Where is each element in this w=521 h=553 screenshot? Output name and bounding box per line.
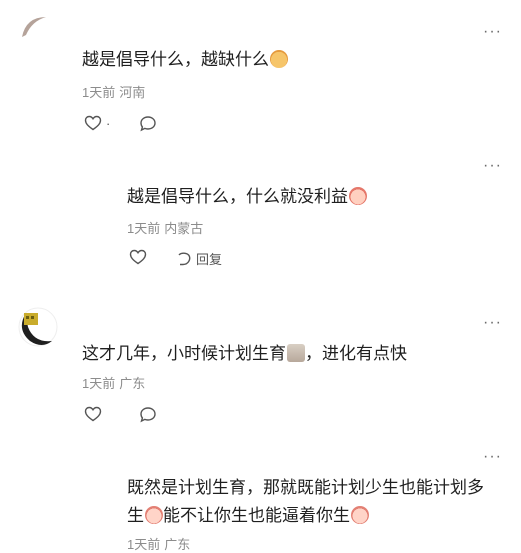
comment-time: 1天前 (82, 85, 116, 100)
like-button[interactable]: · (84, 115, 110, 131)
comment-meta: 1天前 广东 (82, 376, 145, 392)
more-options-button[interactable]: ··· (483, 158, 502, 174)
comment-text: 越是倡导什么，越缺什么 (82, 47, 288, 73)
blush-emoji-icon (349, 187, 367, 205)
comment-reply-button[interactable] (139, 406, 157, 423)
heart-icon (84, 115, 102, 131)
more-options-button[interactable]: ··· (483, 24, 502, 40)
comment-location: 河南 (119, 85, 146, 100)
comment-meta: 1天前 河南 (82, 85, 145, 101)
comment-bubble-icon (140, 407, 156, 423)
like-button[interactable] (84, 406, 102, 422)
reply-text-body: 越是倡导什么，什么就没利益 (127, 187, 348, 206)
reply-time: 1天前 (127, 537, 161, 552)
cry-emoji-icon (351, 506, 369, 524)
like-button[interactable] (129, 249, 147, 265)
reply-location: 内蒙古 (164, 221, 204, 236)
reply-location: 广东 (164, 537, 191, 552)
avatar[interactable] (18, 307, 58, 347)
comment-text-body: 越是倡导什么，越缺什么 (82, 50, 269, 69)
sticker-emoji-icon (287, 344, 305, 362)
reply-label: 回复 (196, 252, 223, 267)
more-options-button[interactable]: ··· (483, 315, 502, 331)
more-options-button[interactable]: ··· (483, 449, 502, 465)
moon-night-avatar-image (18, 307, 58, 347)
reply-text: 越是倡导什么，什么就没利益 (127, 184, 367, 210)
comment-location: 广东 (119, 376, 146, 391)
comment-bubble-icon (140, 116, 156, 132)
reply-text-line-2-a: 生 (127, 506, 144, 525)
reply-icon (178, 251, 191, 265)
comment-text-part-2: ，进化有点快 (305, 344, 407, 363)
comment-reply-button[interactable] (139, 115, 157, 132)
reply-text-line-1: 既然是计划生育，那就既能计划少生也能计划多 (127, 478, 484, 497)
reply-button[interactable]: 回复 (176, 249, 222, 268)
heart-icon (84, 406, 102, 422)
heart-icon (129, 249, 147, 265)
grin-emoji-icon (270, 50, 288, 68)
reply-meta: 1天前 内蒙古 (127, 221, 203, 237)
avatar[interactable] (18, 11, 58, 51)
comment-text-part-1: 这才几年，小时候计划生育 (82, 344, 286, 363)
reply-text-line-2-b: 能不让你生也能逼着你生 (163, 506, 350, 525)
cry-emoji-icon (145, 506, 163, 524)
like-count: · (106, 115, 111, 131)
reply-time: 1天前 (127, 221, 161, 236)
comment-text: 这才几年，小时候计划生育 ，进化有点快 (82, 341, 407, 367)
reply-text-line-2: 生能不让你生也能逼着你生 (127, 503, 484, 529)
comment-time: 1天前 (82, 376, 116, 391)
reply-text: 既然是计划生育，那就既能计划少生也能计划多 生能不让你生也能逼着你生 (127, 475, 484, 529)
reply-meta: 1天前 广东 (127, 537, 190, 553)
crescent-avatar-image (18, 11, 58, 51)
